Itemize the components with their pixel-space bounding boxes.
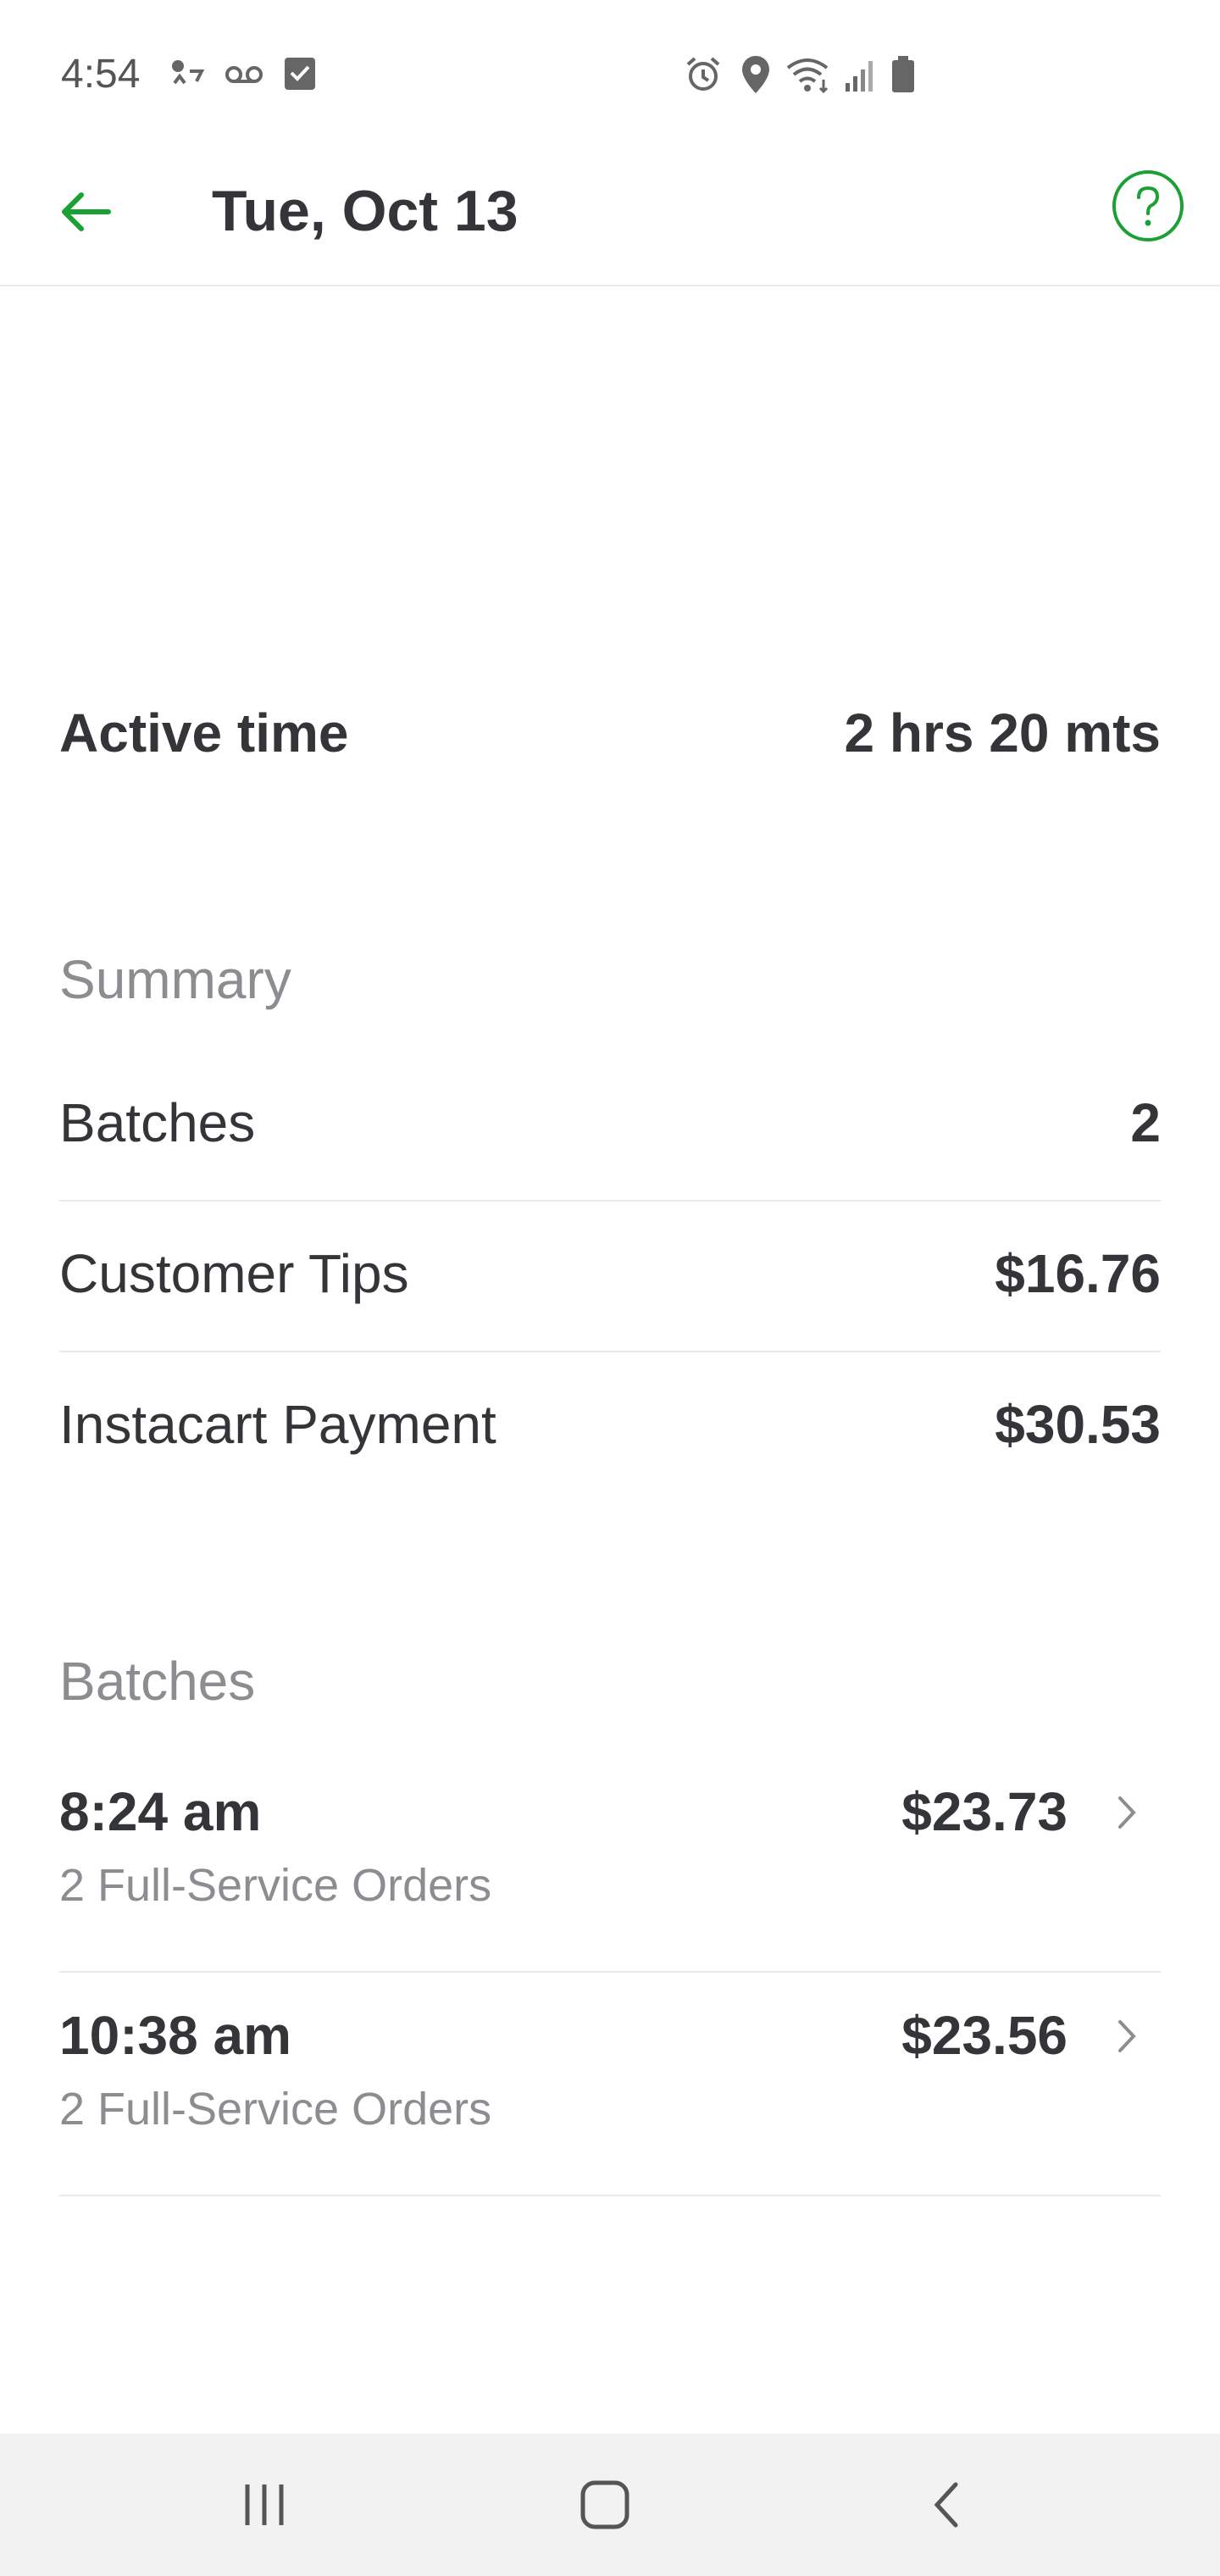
chevron-right-icon (1118, 2020, 1136, 2052)
batch-description: 2 Full-Service Orders (59, 2084, 492, 2135)
home-button[interactable] (563, 2471, 647, 2539)
system-nav-bar (0, 2434, 1220, 2576)
voicemail-icon (225, 66, 263, 83)
batch-amount: $23.73 (901, 1781, 1068, 1842)
battery-icon (892, 56, 914, 92)
summary-value: $16.76 (995, 1243, 1161, 1304)
batch-amount: $23.56 (901, 2005, 1068, 2066)
summary-label: Batches (59, 1092, 256, 1153)
active-time-value: 2 hrs 20 mts (844, 702, 1161, 763)
wifi-icon (786, 58, 829, 94)
question-circle-icon (1112, 170, 1184, 242)
batch-item[interactable]: 8:24 am 2 Full-Service Orders $23.73 (59, 1749, 1161, 1973)
page-title: Tue, Oct 13 (212, 179, 518, 243)
batch-time: 8:24 am (59, 1781, 262, 1842)
location-icon (742, 56, 769, 93)
home-icon (580, 2480, 629, 2529)
active-time-label: Active time (59, 702, 349, 763)
summary-row-customer-tips: Customer Tips $16.76 (59, 1202, 1161, 1352)
batch-time: 10:38 am (59, 2005, 291, 2066)
recent-apps-icon (245, 2484, 284, 2525)
alarm-icon (686, 57, 720, 91)
back-button[interactable] (51, 178, 119, 246)
summary-heading: Summary (59, 949, 291, 1010)
active-time-row: Active time 2 hrs 20 mts (59, 695, 1161, 771)
system-back-button[interactable] (903, 2471, 988, 2539)
chevron-right-icon (1118, 1796, 1136, 1829)
summary-value: 2 (1130, 1092, 1161, 1153)
help-button[interactable] (1110, 168, 1186, 244)
batches-heading: Batches (59, 1651, 256, 1712)
summary-row-batches: Batches 2 (59, 1051, 1161, 1202)
summary-row-instacart-payment: Instacart Payment $30.53 (59, 1352, 1161, 1503)
arrow-left-icon (62, 192, 111, 231)
summary-value: $30.53 (995, 1394, 1161, 1455)
weather-icon (172, 60, 205, 85)
back-icon (934, 2482, 958, 2528)
status-bar: 4:54 (0, 0, 1220, 153)
screen: 4:54 Tue, Oct 13 Active time 2 hrs 20 mt… (0, 0, 1220, 2576)
status-time: 4:54 (61, 52, 141, 97)
summary-label: Instacart Payment (59, 1394, 496, 1455)
signal-icon (846, 61, 873, 92)
app-bar: Tue, Oct 13 (0, 153, 1220, 286)
batch-description: 2 Full-Service Orders (59, 1860, 492, 1911)
summary-label: Customer Tips (59, 1243, 409, 1304)
task-check-icon (285, 58, 315, 90)
batch-item[interactable]: 10:38 am 2 Full-Service Orders $23.56 (59, 1973, 1161, 2196)
recent-apps-button[interactable] (222, 2471, 307, 2539)
